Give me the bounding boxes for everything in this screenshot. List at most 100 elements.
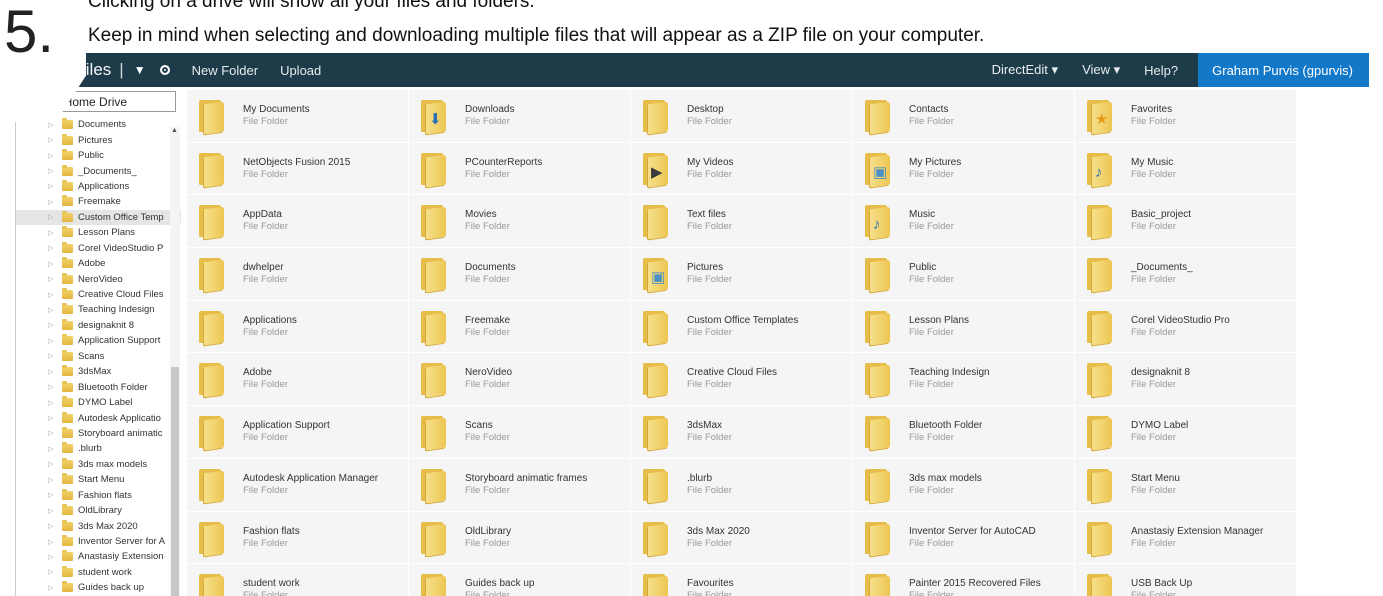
settings-icon[interactable] xyxy=(159,65,170,75)
tree-item[interactable]: ▷ Bluetooth Folder xyxy=(16,379,181,394)
folder-tile[interactable]: NeroVideo File Folder xyxy=(409,353,631,407)
expand-arrow-icon[interactable]: ▷ xyxy=(48,260,56,268)
folder-tile[interactable]: Text files File Folder xyxy=(631,195,853,249)
tree-item[interactable]: ▷ Start Menu xyxy=(16,472,181,487)
folder-tile[interactable]: Guides back up File Folder xyxy=(409,564,631,596)
user-account-button[interactable]: Graham Purvis (gpurvis) xyxy=(1198,53,1369,87)
expand-arrow-icon[interactable]: ▷ xyxy=(48,507,56,515)
tree-item[interactable]: ▷ Pictures xyxy=(16,132,181,147)
upload-button[interactable]: Upload xyxy=(280,63,321,78)
sidebar-scrollbar[interactable]: ▲ xyxy=(170,127,180,596)
tree-item[interactable]: ▷ .blurb xyxy=(16,441,181,456)
tree-item[interactable]: ▷ Fashion flats xyxy=(16,488,181,503)
tree-item[interactable]: ▷ Teaching Indesign xyxy=(16,302,181,317)
folder-tile[interactable]: USB Back Up File Folder xyxy=(1075,564,1297,596)
folder-tile[interactable]: ♪ My Music File Folder xyxy=(1075,142,1297,196)
folder-tile[interactable]: Creative Cloud Files File Folder xyxy=(631,353,853,407)
folder-tile[interactable]: NetObjects Fusion 2015 File Folder xyxy=(187,142,409,196)
folder-tile[interactable]: Teaching Indesign File Folder xyxy=(853,353,1075,407)
expand-arrow-icon[interactable]: ▷ xyxy=(48,213,56,221)
folder-tile[interactable]: Anastasiy Extension Manager File Folder xyxy=(1075,511,1297,565)
folder-tile[interactable]: Storyboard animatic frames File Folder xyxy=(409,458,631,512)
folder-tile[interactable]: My Documents File Folder xyxy=(187,90,409,143)
tree-item[interactable]: ▷ _Documents_ xyxy=(16,163,181,178)
folder-tile[interactable]: Documents File Folder xyxy=(409,248,631,301)
tree-item[interactable]: ▷ Storyboard animatic xyxy=(16,426,181,441)
folder-tile[interactable]: Start Menu File Folder xyxy=(1075,458,1297,512)
folder-tile[interactable]: Applications File Folder xyxy=(187,300,409,354)
menu-caret-icon[interactable]: ▼ xyxy=(134,63,146,77)
expand-arrow-icon[interactable]: ▷ xyxy=(48,182,56,190)
folder-tile[interactable]: Painter 2015 Recovered Files File Folder xyxy=(853,564,1075,596)
folder-tile[interactable]: ★ Favorites File Folder xyxy=(1075,90,1297,143)
folder-tile[interactable]: _Documents_ File Folder xyxy=(1075,248,1297,301)
expand-arrow-icon[interactable]: ▷ xyxy=(48,445,56,453)
folder-tile[interactable]: 3dsMax File Folder xyxy=(631,406,853,459)
expand-arrow-icon[interactable]: ▷ xyxy=(48,337,56,345)
folder-tile[interactable]: Lesson Plans File Folder xyxy=(853,300,1075,354)
tree-item[interactable]: ▷ Inventor Server for A xyxy=(16,534,181,549)
expand-arrow-icon[interactable]: ▷ xyxy=(48,522,56,530)
expand-arrow-icon[interactable]: ▷ xyxy=(48,491,56,499)
expand-arrow-icon[interactable]: ▷ xyxy=(48,167,56,175)
tree-item[interactable]: ▷ Creative Cloud Files xyxy=(16,287,181,302)
expand-arrow-icon[interactable]: ▷ xyxy=(48,414,56,422)
folder-tile[interactable]: Basic_project File Folder xyxy=(1075,195,1297,249)
help-link[interactable]: Help? xyxy=(1144,63,1178,78)
expand-arrow-icon[interactable]: ▷ xyxy=(48,306,56,314)
folder-tile[interactable]: designaknit 8 File Folder xyxy=(1075,353,1297,407)
folder-tile[interactable]: DYMO Label File Folder xyxy=(1075,406,1297,459)
folder-tile[interactable]: Inventor Server for AutoCAD File Folder xyxy=(853,511,1075,565)
expand-arrow-icon[interactable]: ▷ xyxy=(48,275,56,283)
folder-tile[interactable]: Adobe File Folder xyxy=(187,353,409,407)
folder-tile[interactable]: Movies File Folder xyxy=(409,195,631,249)
expand-arrow-icon[interactable]: ▷ xyxy=(48,568,56,576)
expand-arrow-icon[interactable]: ▷ xyxy=(48,229,56,237)
tree-item[interactable]: ▷ Custom Office Temp xyxy=(16,209,181,226)
tree-item[interactable]: ▷ Applications xyxy=(16,179,181,194)
folder-tile[interactable]: OldLibrary File Folder xyxy=(409,511,631,565)
expand-arrow-icon[interactable]: ▷ xyxy=(48,553,56,561)
folder-tile[interactable]: ⬇ Downloads File Folder xyxy=(409,90,631,143)
tree-item[interactable]: ▷ Scans xyxy=(16,349,181,364)
tree-item[interactable]: ▷ 3ds Max 2020 xyxy=(16,518,181,533)
folder-tile[interactable]: Freemake File Folder xyxy=(409,300,631,354)
expand-arrow-icon[interactable]: ▷ xyxy=(48,321,56,329)
tree-item[interactable]: ▷ 3ds max models xyxy=(16,457,181,472)
folder-tile[interactable]: Fashion flats File Folder xyxy=(187,511,409,565)
expand-arrow-icon[interactable]: ▷ xyxy=(48,429,56,437)
folder-tile[interactable]: 3ds max models File Folder xyxy=(853,458,1075,512)
folder-tile[interactable]: 3ds Max 2020 File Folder xyxy=(631,511,853,565)
expand-arrow-icon[interactable]: ▷ xyxy=(48,198,56,206)
expand-arrow-icon[interactable]: ▷ xyxy=(48,460,56,468)
tree-item[interactable]: ▷ Autodesk Applicatio xyxy=(16,410,181,425)
folder-tile[interactable]: Public File Folder xyxy=(853,248,1075,301)
expand-arrow-icon[interactable]: ▷ xyxy=(48,244,56,252)
expand-arrow-icon[interactable]: ▷ xyxy=(48,584,56,592)
folder-tile[interactable]: Contacts File Folder xyxy=(853,90,1075,143)
folder-tile[interactable]: Autodesk Application Manager File Folder xyxy=(187,458,409,512)
directedit-menu[interactable]: DirectEdit ▾ xyxy=(992,62,1059,78)
folder-tile[interactable]: dwhelper File Folder xyxy=(187,248,409,301)
folder-tile[interactable]: student work File Folder xyxy=(187,564,409,596)
expand-arrow-icon[interactable]: ▷ xyxy=(48,136,56,144)
tree-item[interactable]: ▷ 3dsMax xyxy=(16,364,181,379)
expand-arrow-icon[interactable]: ▷ xyxy=(48,368,56,376)
folder-tile[interactable]: ▣ Pictures File Folder xyxy=(631,248,853,301)
folder-tile[interactable]: AppData File Folder xyxy=(187,195,409,249)
tree-item[interactable]: ▷ Freemake xyxy=(16,194,181,209)
expand-arrow-icon[interactable]: ▷ xyxy=(48,538,56,546)
expand-arrow-icon[interactable]: ▷ xyxy=(48,399,56,407)
tree-item[interactable]: ▷ designaknit 8 xyxy=(16,318,181,333)
tree-item[interactable]: ▷ Adobe xyxy=(16,256,181,271)
tree-item[interactable]: ▷ NeroVideo xyxy=(16,271,181,286)
tree-item[interactable]: ▷ Application Support xyxy=(16,333,181,348)
folder-tile[interactable]: Favourites File Folder xyxy=(631,564,853,596)
folder-tile[interactable]: ♪ Music File Folder xyxy=(853,195,1075,249)
scroll-up-icon[interactable]: ▲ xyxy=(171,127,178,134)
new-folder-button[interactable]: New Folder xyxy=(192,63,258,78)
folder-tile[interactable]: Custom Office Templates File Folder xyxy=(631,300,853,354)
folder-tile[interactable]: Bluetooth Folder File Folder xyxy=(853,406,1075,459)
tree-item[interactable]: ▷ Public xyxy=(16,148,181,163)
folder-tile[interactable]: .blurb File Folder xyxy=(631,458,853,512)
